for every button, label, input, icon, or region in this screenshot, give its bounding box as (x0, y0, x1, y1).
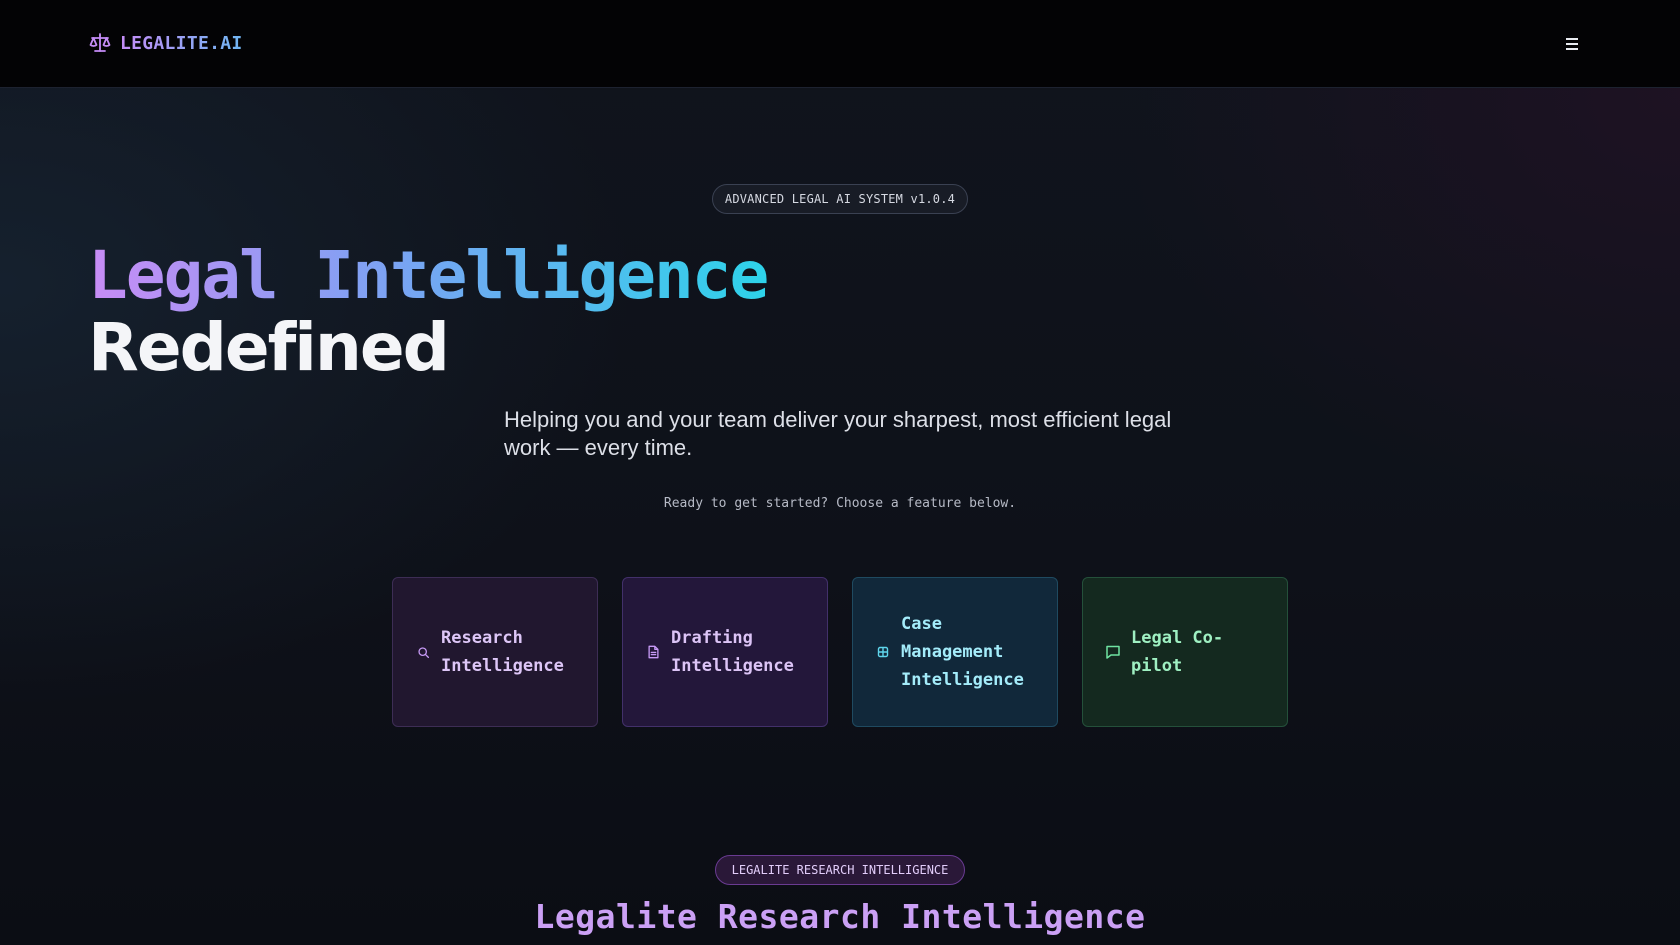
feature-card-case-management-intelligence[interactable]: Case Management Intelligence (852, 577, 1058, 727)
hamburger-menu-icon[interactable] (1561, 30, 1583, 58)
version-badge: ADVANCED LEGAL AI SYSTEM v1.0.4 (712, 184, 968, 214)
feature-card-research-intelligence[interactable]: Research Intelligence (392, 577, 598, 727)
database-icon (875, 644, 891, 660)
feature-card-label: Legal Co-pilot (1131, 628, 1224, 676)
feature-card-label: Drafting Intelligence (671, 628, 794, 676)
hero-hint: Ready to get started? Choose a feature b… (663, 496, 1017, 511)
hero-title-gradient: Legal Intelligence (88, 237, 769, 314)
feature-card-label: Research Intelligence (441, 628, 564, 676)
scales-icon (89, 33, 111, 52)
hero-subtitle: Helping you and your team deliver your s… (504, 407, 1172, 460)
top-nav-bar: LEGALITE.AI (0, 0, 1680, 88)
brand-logo-link[interactable]: LEGALITE.AI (88, 31, 243, 55)
search-icon (415, 644, 431, 660)
feature-card-label: Case Management Intelligence (901, 614, 1024, 690)
brand-name: LEGALITE.AI (120, 32, 243, 54)
section-title: Legalite Research Intelligence (534, 897, 1146, 936)
chat-icon (1105, 644, 1121, 660)
section-badge: LEGALITE RESEARCH INTELLIGENCE (715, 855, 965, 885)
feature-card-drafting-intelligence[interactable]: Drafting Intelligence (622, 577, 828, 727)
document-icon (645, 644, 661, 660)
hero-title-main: Redefined (88, 309, 450, 386)
feature-card-legal-co-pilot[interactable]: Legal Co-pilot (1082, 577, 1288, 727)
landing-page: LEGALITE.AI ADVANCED LEGAL AI SYSTEM v1.… (0, 0, 1680, 945)
feature-cards: Research Intelligence Drafting Intellige… (392, 577, 1288, 727)
